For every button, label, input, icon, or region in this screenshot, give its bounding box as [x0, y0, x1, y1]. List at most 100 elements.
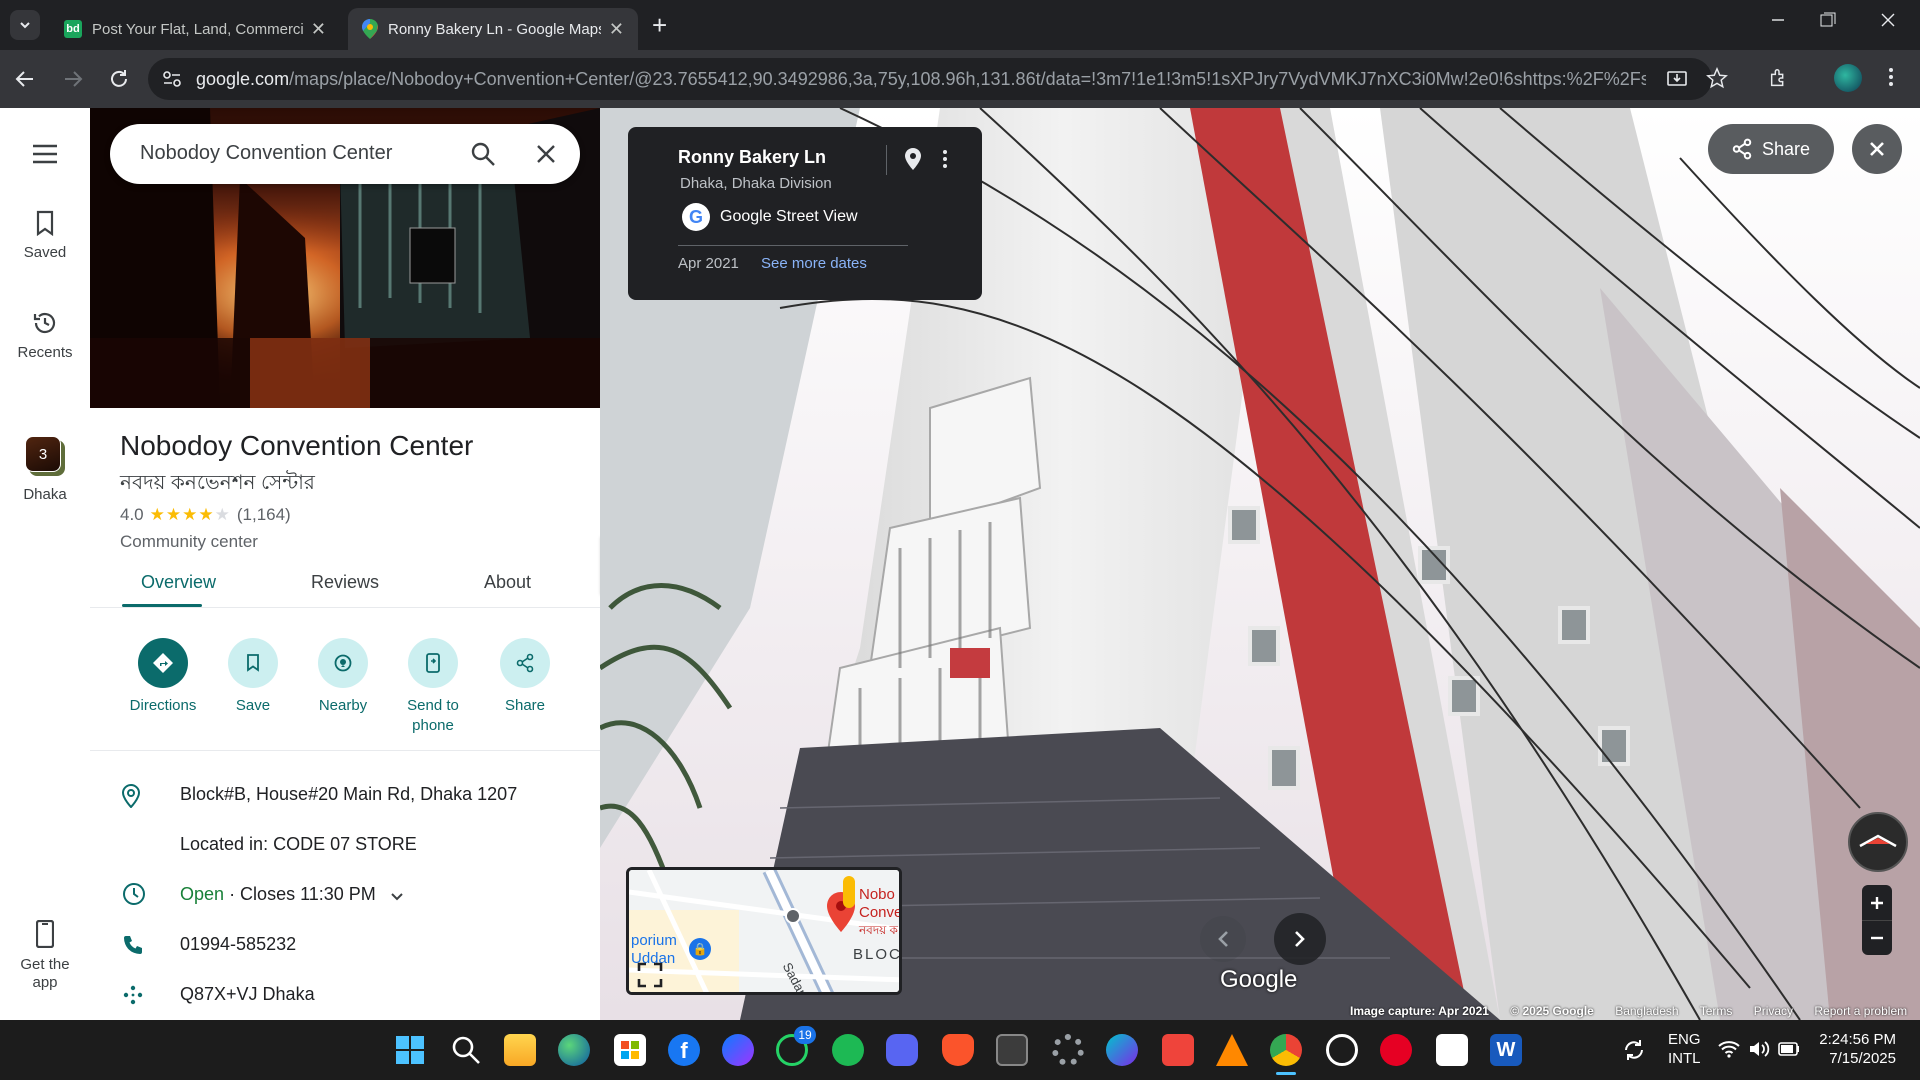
see-more-dates-link[interactable]: See more dates — [761, 255, 867, 272]
sync-icon[interactable] — [1622, 1038, 1646, 1062]
rail-recents[interactable]: Recents — [0, 310, 90, 361]
share-place-button[interactable]: Share — [480, 638, 570, 716]
profile-avatar[interactable] — [1834, 64, 1862, 92]
zoom-out-button[interactable] — [1862, 920, 1892, 955]
clock[interactable]: 2:24:56 PM 7/15/2025 — [1812, 1030, 1896, 1068]
tab-post-your-flat[interactable]: bd Post Your Flat, Land, Commercial ✕ — [50, 8, 340, 50]
close-street-view-button[interactable] — [1852, 124, 1902, 174]
close-window-button[interactable] — [1880, 12, 1904, 36]
extensions-icon[interactable] — [1768, 67, 1790, 89]
messenger-icon[interactable] — [722, 1034, 754, 1066]
tab-search-button[interactable] — [10, 10, 40, 40]
share-street-view-button[interactable]: Share — [1708, 124, 1834, 174]
facebook-icon[interactable]: f — [668, 1034, 700, 1066]
tab-reviews[interactable]: Reviews — [311, 572, 379, 593]
plus-code-row[interactable]: Q87X+VJ Dhaka — [180, 984, 315, 1005]
volume-icon[interactable] — [1748, 1040, 1770, 1058]
forward-button[interactable] — [62, 68, 84, 90]
send-to-phone-button[interactable]: Send to phone — [388, 638, 478, 736]
tab-google-maps[interactable]: Ronny Bakery Ln - Google Maps ✕ — [348, 8, 638, 50]
directions-button[interactable]: Directions — [118, 638, 208, 716]
back-button[interactable] — [14, 68, 36, 90]
address-row[interactable]: Block#B, House#20 Main Rd, Dhaka 1207 — [180, 784, 517, 805]
location-pin-icon — [122, 784, 140, 808]
phone-icon — [0, 920, 90, 948]
search-box[interactable]: Nobodoy Convention Center — [110, 124, 580, 184]
previous-image-button[interactable] — [1200, 916, 1246, 962]
chrome-icon[interactable] — [1270, 1034, 1302, 1066]
compass-needle-icon — [1858, 832, 1898, 852]
anydesk-icon[interactable] — [1162, 1034, 1194, 1066]
battery-icon[interactable] — [1778, 1042, 1800, 1056]
word-icon[interactable]: W — [1490, 1034, 1522, 1066]
hours-row[interactable]: Open · Closes 11:30 PM — [180, 884, 376, 905]
bookmark-star-icon[interactable] — [1706, 67, 1728, 89]
close-icon[interactable]: ✕ — [609, 19, 624, 40]
calculator-icon[interactable] — [996, 1034, 1028, 1066]
search-input[interactable]: Nobodoy Convention Center — [140, 142, 392, 165]
restore-button[interactable] — [1820, 12, 1844, 36]
street-view-minimap[interactable]: porium Uddan 🔒 Nobo Conve নবদয় ক BLOC S… — [626, 867, 902, 995]
bus-stop-icon — [785, 908, 801, 924]
wifi-icon[interactable] — [1718, 1040, 1740, 1058]
menu-icon[interactable] — [32, 144, 58, 164]
rail-dhaka-collection[interactable]: 3 Dhaka — [0, 436, 90, 503]
search-icon[interactable] — [470, 141, 496, 167]
file-explorer-icon[interactable] — [504, 1034, 536, 1066]
discord-icon[interactable] — [886, 1034, 918, 1066]
location-pin-icon[interactable] — [904, 147, 922, 171]
pinterest-icon[interactable] — [1380, 1034, 1412, 1066]
tab-about[interactable]: About — [484, 572, 531, 593]
close-icon[interactable]: ✕ — [311, 19, 326, 40]
privacy-link[interactable]: Privacy — [1754, 1004, 1793, 1018]
street-view-source[interactable]: G Google Street View — [682, 203, 858, 231]
more-options-icon[interactable] — [942, 149, 948, 169]
chevron-down-icon[interactable] — [390, 892, 404, 902]
next-image-button[interactable] — [1274, 913, 1326, 965]
chevron-down-icon — [18, 18, 32, 32]
spotify-icon[interactable] — [832, 1034, 864, 1066]
rating-row[interactable]: 4.0 ★★★★★ (1,164) — [120, 505, 291, 525]
reviews-count[interactable]: (1,164) — [237, 505, 291, 525]
image-capture-date: Image capture: Apr 2021 — [1350, 1004, 1489, 1018]
tab-overview[interactable]: Overview — [141, 572, 216, 593]
minimize-button[interactable] — [1766, 8, 1790, 32]
street-name: Ronny Bakery Ln — [678, 147, 827, 167]
directions-icon — [138, 638, 188, 688]
chatgpt-icon[interactable] — [1326, 1034, 1358, 1066]
bookmark-icon — [0, 210, 90, 236]
terms-link[interactable]: Terms — [1700, 1004, 1733, 1018]
zoom-controls — [1862, 885, 1892, 955]
report-problem-link[interactable]: Report a problem — [1814, 1004, 1907, 1018]
zoom-in-button[interactable] — [1862, 885, 1892, 920]
rail-get-app[interactable]: Get the app — [0, 920, 90, 992]
canva-icon[interactable] — [1106, 1034, 1138, 1066]
brave-icon[interactable] — [942, 1034, 974, 1066]
located-in-row[interactable]: Located in: CODE 07 STORE — [180, 834, 417, 855]
address-bar[interactable]: google.com/maps/place/Nobodoy+Convention… — [148, 58, 1712, 100]
phone-row[interactable]: 01994-585232 — [180, 934, 296, 955]
tab-title: Post Your Flat, Land, Commercial — [92, 20, 303, 38]
reload-button[interactable] — [108, 68, 130, 90]
browser-menu-icon[interactable] — [1888, 66, 1894, 88]
edge-icon[interactable] — [558, 1034, 590, 1066]
expand-map-icon[interactable] — [637, 962, 663, 988]
nearby-button[interactable]: Nearby — [298, 638, 388, 716]
capcut-icon[interactable] — [1436, 1034, 1468, 1066]
settings-icon[interactable] — [1052, 1034, 1084, 1066]
new-tab-button[interactable]: + — [652, 12, 667, 38]
store-icon[interactable] — [614, 1034, 646, 1066]
clear-search-icon[interactable] — [536, 144, 556, 164]
input-language[interactable]: ENG INTL — [1668, 1030, 1701, 1068]
country-link[interactable]: Bangladesh — [1615, 1004, 1678, 1018]
place-category[interactable]: Community center — [120, 532, 258, 552]
save-label: Save — [235, 697, 271, 714]
site-info-icon[interactable] — [162, 70, 182, 88]
save-button[interactable]: Save — [208, 638, 298, 716]
start-icon[interactable] — [394, 1034, 426, 1066]
compass-button[interactable] — [1848, 812, 1908, 872]
rail-saved[interactable]: Saved — [0, 210, 90, 261]
divider — [678, 245, 908, 246]
search-icon[interactable] — [450, 1034, 482, 1066]
install-app-icon[interactable] — [1666, 68, 1688, 90]
